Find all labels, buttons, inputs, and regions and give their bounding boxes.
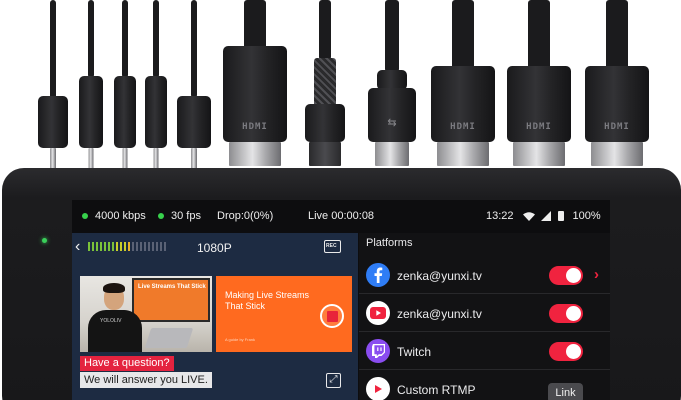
hdmi-cable: HDMI [584, 0, 650, 175]
audio-level-bar [88, 242, 90, 251]
slide-source-thumbnail[interactable]: Making Live Streams That Stick A guide b… [216, 276, 352, 352]
platform-row-twitch[interactable]: Twitch [359, 333, 610, 370]
bitrate-status: 4000 kbps [82, 210, 146, 222]
platform-row-facebook[interactable]: zenka@yunxi.tv › [359, 257, 610, 294]
system-status: 13:22 100% [486, 210, 601, 222]
platform-row-custom-rtmp[interactable]: Custom RTMP Link [359, 371, 610, 400]
stop-stream-button[interactable] [320, 304, 344, 328]
platform-account-label: zenka@yunxi.tv [397, 307, 482, 321]
status-dot-icon [82, 213, 88, 219]
link-button[interactable]: Link [548, 383, 583, 400]
audio-level-meter [88, 242, 166, 251]
cable-array: HDMI ⇆ HDMI HDMI HDMI [0, 0, 681, 175]
audio-level-bar [124, 242, 126, 251]
stop-icon [326, 310, 338, 322]
audio-level-bar [104, 242, 106, 251]
fps-status: 30 fps [158, 210, 201, 222]
shirt-text: YOLOLIV [100, 318, 122, 324]
record-icon[interactable] [324, 240, 341, 253]
platforms-panel: Platforms zenka@yunxi.tv › zenka@yunxi.t… [359, 233, 610, 400]
audio-level-bar [164, 242, 166, 251]
audio-level-bar [156, 242, 158, 251]
audio-level-bar [144, 242, 146, 251]
bitrate-value: 4000 kbps [95, 210, 146, 222]
platform-row-youtube[interactable]: zenka@yunxi.tv [359, 295, 610, 332]
laptop [144, 328, 194, 348]
audio-level-bar [128, 242, 130, 251]
twitch-toggle[interactable] [549, 342, 583, 361]
drop-value: Drop:0(0%) [217, 210, 274, 222]
caption-question: Have a question? [80, 356, 174, 371]
slide-subtitle: A guide by Frank [225, 337, 256, 342]
audio-level-bar [108, 242, 110, 251]
slide-title: Making Live Streams That Stick [225, 290, 310, 311]
touch-screen: 4000 kbps 30 fps Drop:0(0%) Live 00:00:0… [72, 200, 610, 400]
camera-source-thumbnail[interactable]: Live Streams That Stick YOLOLIV [80, 276, 212, 352]
status-dot-icon [158, 213, 164, 219]
live-timer: Live 00:00:08 [308, 210, 374, 222]
audio-level-bar [148, 242, 150, 251]
audio-level-bar [116, 242, 118, 251]
platform-account-label: zenka@yunxi.tv [397, 269, 482, 283]
preview-panel: ‹ 1080P Live Streams That Stick YOLOLIV … [72, 233, 358, 400]
usb-cable: ⇆ [366, 0, 418, 175]
hdmi-cable: HDMI [430, 0, 496, 175]
audio-cable [144, 0, 168, 175]
resolution-label: 1080P [197, 241, 232, 255]
hdmi-cable: HDMI [222, 0, 288, 175]
back-chevron-icon[interactable]: ‹ [75, 239, 80, 255]
fps-value: 30 fps [171, 210, 201, 222]
platform-name-label: Custom RTMP [397, 383, 476, 397]
presenter-body [88, 310, 142, 352]
audio-level-bar [152, 242, 154, 251]
audio-level-bar [136, 242, 138, 251]
youtube-toggle[interactable] [549, 304, 583, 323]
youtube-icon [366, 301, 390, 325]
audio-level-bar [96, 242, 98, 251]
audio-cable [113, 0, 137, 175]
hdmi-cable: HDMI [506, 0, 572, 175]
clock: 13:22 [486, 210, 514, 222]
background-monitor: Live Streams That Stick [132, 278, 210, 322]
facebook-toggle[interactable] [549, 266, 583, 285]
facebook-icon [366, 263, 390, 287]
battery-icon [557, 211, 564, 221]
wifi-icon [522, 211, 535, 221]
twitch-icon [366, 339, 390, 363]
chevron-right-icon[interactable]: › [594, 266, 599, 283]
audio-cable [78, 0, 104, 175]
presenter-hair [103, 283, 125, 293]
battery-value: 100% [572, 210, 601, 222]
platform-name-label: Twitch [397, 345, 432, 359]
audio-level-bar [120, 242, 122, 251]
monitor-text: Live Streams That Stick [138, 284, 206, 290]
audio-level-bar [132, 242, 134, 251]
audio-level-bar [112, 242, 114, 251]
platforms-title: Platforms [366, 237, 413, 249]
fullscreen-expand-icon[interactable]: ⤢ [326, 373, 341, 388]
caption-answer: We will answer you LIVE. [80, 372, 212, 388]
audio-cable [38, 0, 68, 175]
status-bar: 4000 kbps 30 fps Drop:0(0%) Live 00:00:0… [72, 200, 610, 233]
audio-cable [176, 0, 212, 175]
ethernet-cable [302, 0, 348, 175]
audio-level-bar [140, 242, 142, 251]
live-timer-value: Live 00:00:08 [308, 210, 375, 222]
audio-level-bar [100, 242, 102, 251]
rtmp-icon [366, 377, 390, 400]
audio-level-bar [160, 242, 162, 251]
power-led [42, 238, 47, 243]
signal-icon [540, 211, 551, 221]
drop-status: Drop:0(0%) [217, 210, 273, 222]
audio-level-bar [92, 242, 94, 251]
